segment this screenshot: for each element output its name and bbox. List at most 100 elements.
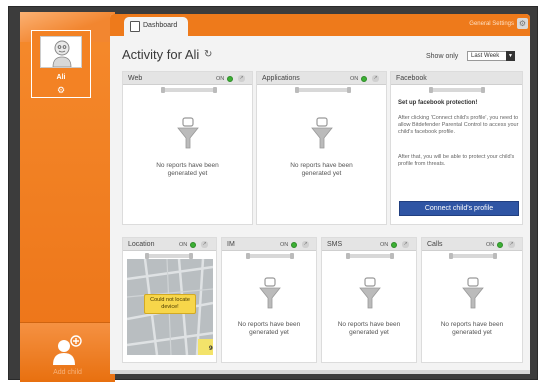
period-slider[interactable] — [449, 253, 497, 259]
slider-handle[interactable] — [161, 87, 165, 93]
panel-header: Calls ON ↗ — [422, 238, 522, 251]
toggle-label: ON — [280, 242, 289, 248]
period-slider[interactable] — [429, 87, 485, 93]
empty-message: No reports have been generated yet — [156, 162, 219, 177]
calls-toggle[interactable]: ON ↗ — [486, 241, 518, 249]
panel-calls: Calls ON ↗ No reports have been generate… — [421, 237, 523, 363]
empty-message: No reports have been generated yet — [290, 162, 353, 177]
funnel-icon — [359, 277, 381, 309]
toggle-label: ON — [380, 242, 389, 248]
connect-profile-button[interactable]: Connect child's profile — [399, 201, 519, 216]
period-slider[interactable] — [295, 87, 351, 93]
location-count-badge: 90 — [198, 339, 213, 355]
period-slider[interactable] — [145, 253, 193, 259]
panel-title: Applications — [262, 75, 300, 82]
add-child-button[interactable]: Add child — [20, 322, 115, 382]
child-settings-gear-icon[interactable]: ⚙ — [56, 85, 66, 95]
panel-applications: Applications ON ↗ No reports have been g… — [256, 71, 387, 225]
funnel-icon — [311, 117, 333, 149]
expand-icon[interactable]: ↗ — [508, 241, 515, 248]
panel-header: Applications ON ↗ — [257, 72, 386, 85]
panel-title: Location — [128, 241, 155, 248]
expand-icon[interactable]: ↗ — [402, 241, 409, 248]
child-name: Ali — [56, 74, 66, 81]
panel-web: Web ON ↗ No reports have been generated … — [122, 71, 253, 225]
applications-toggle[interactable]: ON ↗ — [350, 75, 382, 83]
page-title: Activity for Ali — [122, 47, 200, 62]
facebook-instructions: After clicking 'Connect child's profile'… — [398, 115, 519, 135]
period-slider[interactable] — [346, 253, 394, 259]
top-bar: Dashboard General Settings ⚙ — [110, 14, 530, 36]
status-on-icon — [361, 76, 367, 82]
slider-handle[interactable] — [493, 253, 497, 259]
slider-handle[interactable] — [213, 87, 217, 93]
status-on-icon — [190, 242, 196, 248]
location-map[interactable]: Could not locate device! 90 — [127, 259, 213, 355]
main-content: Dashboard General Settings ⚙ Activity fo… — [110, 14, 530, 374]
panel-sms: SMS ON ↗ No reports have been generated … — [321, 237, 417, 363]
period-slider[interactable] — [246, 253, 294, 259]
slider-handle[interactable] — [246, 253, 250, 259]
child-avatar — [40, 36, 82, 68]
expand-icon[interactable]: ↗ — [302, 241, 309, 248]
slider-handle[interactable] — [449, 253, 453, 259]
general-settings-link[interactable]: General Settings — [469, 21, 514, 27]
add-user-icon — [53, 335, 82, 365]
period-select[interactable]: Last Week ▼ — [467, 51, 515, 61]
slider-handle[interactable] — [346, 253, 350, 259]
panel-header: Facebook — [391, 72, 522, 85]
status-on-icon — [497, 242, 503, 248]
facebook-heading: Set up facebook protection! — [398, 100, 478, 106]
panel-im: IM ON ↗ No reports have been generated y… — [221, 237, 317, 363]
slider-handle[interactable] — [481, 87, 485, 93]
add-child-label: Add child — [53, 369, 82, 376]
panel-header: Web ON ↗ — [123, 72, 252, 85]
web-toggle[interactable]: ON ↗ — [216, 75, 248, 83]
panel-title: SMS — [327, 241, 343, 248]
funnel-icon — [462, 277, 484, 309]
slider-handle[interactable] — [290, 253, 294, 259]
panel-title: Calls — [427, 241, 443, 248]
expand-icon[interactable]: ↗ — [238, 75, 245, 82]
refresh-icon[interactable]: ↻ — [204, 49, 212, 60]
settings-gear-icon[interactable]: ⚙ — [517, 18, 528, 29]
tab-dashboard[interactable]: Dashboard — [124, 17, 188, 36]
chevron-down-icon: ▼ — [506, 51, 515, 61]
status-on-icon — [227, 76, 233, 82]
im-toggle[interactable]: ON ↗ — [280, 241, 312, 249]
slider-handle[interactable] — [429, 87, 433, 93]
expand-icon[interactable]: ↗ — [201, 241, 208, 248]
expand-icon[interactable]: ↗ — [372, 75, 379, 82]
period-slider[interactable] — [161, 87, 217, 93]
funnel-icon — [259, 277, 281, 309]
dashboard-icon — [130, 21, 140, 32]
panel-header: IM ON ↗ — [222, 238, 316, 251]
content-bottom-edge — [110, 370, 530, 374]
empty-message: No reports have been generated yet — [337, 321, 401, 336]
status-on-icon — [291, 242, 297, 248]
toggle-label: ON — [486, 242, 495, 248]
panel-header: Location ON ↗ — [123, 238, 216, 251]
panel-title: Facebook — [396, 75, 427, 82]
facebook-followup: After that, you will be able to protect … — [398, 154, 515, 167]
slider-handle[interactable] — [347, 87, 351, 93]
toggle-label: ON — [350, 76, 359, 82]
avatar-icon — [52, 40, 72, 67]
panel-title: Web — [128, 75, 143, 82]
location-toggle[interactable]: ON ↗ — [179, 241, 211, 249]
sms-toggle[interactable]: ON ↗ — [380, 241, 412, 249]
slider-handle[interactable] — [295, 87, 299, 93]
show-only-label: Show only — [426, 53, 459, 60]
period-select-value: Last Week — [471, 53, 500, 59]
empty-message: No reports have been generated yet — [237, 321, 301, 336]
funnel-icon — [177, 117, 199, 149]
panel-title: IM — [227, 241, 235, 248]
empty-message: No reports have been generated yet — [440, 321, 504, 336]
panel-location: Location ON ↗ Could not locate device! 9… — [122, 237, 217, 363]
toggle-label: ON — [179, 242, 188, 248]
slider-handle[interactable] — [390, 253, 394, 259]
panel-header: SMS ON ↗ — [322, 238, 416, 251]
child-profile-card[interactable]: Ali ⚙ — [31, 30, 91, 98]
location-alert: Could not locate device! — [144, 294, 196, 314]
panel-facebook: Facebook Set up facebook protection! Aft… — [390, 71, 523, 225]
